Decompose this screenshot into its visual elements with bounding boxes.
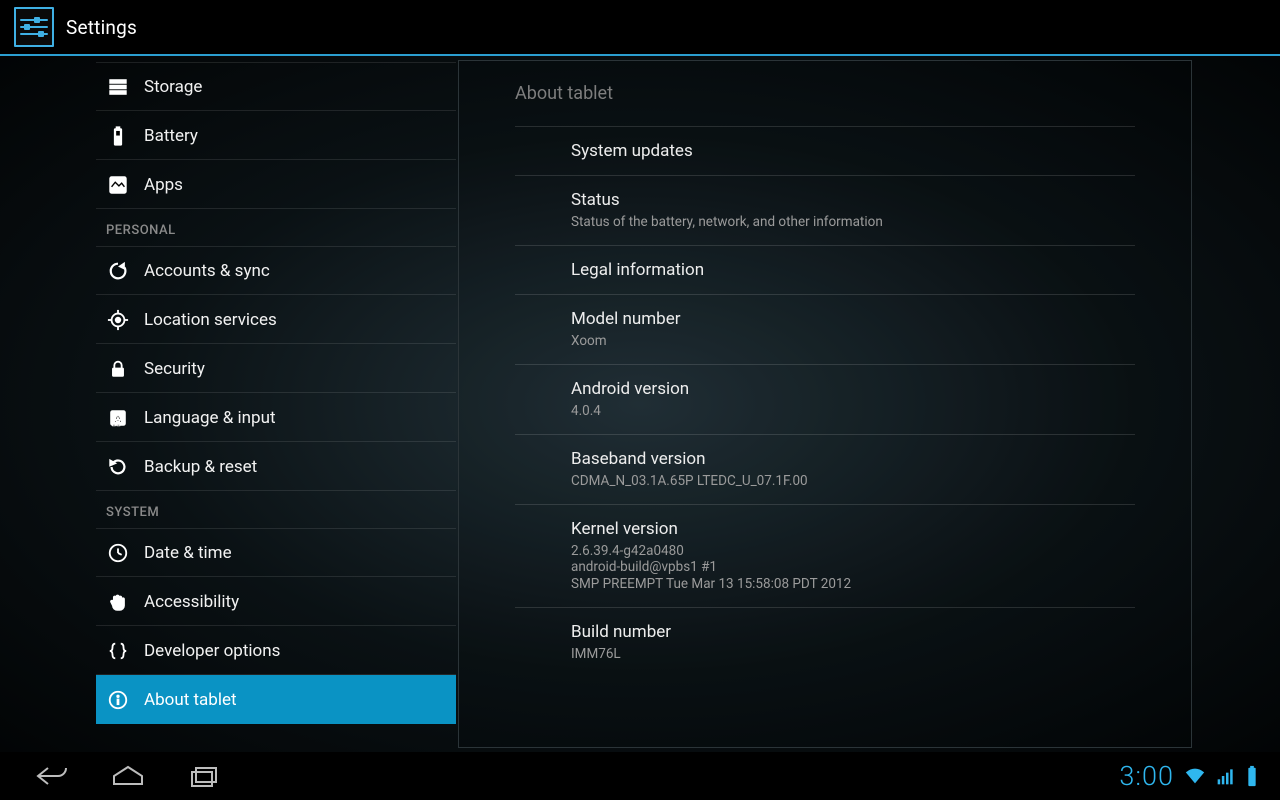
nav-item-date-time[interactable]: Date & time (96, 528, 456, 577)
pref-subtitle: CDMA_N_03.1A.65P LTEDC_U_07.1F.00 (571, 473, 1135, 490)
clock-icon (106, 541, 130, 565)
nav-item-battery[interactable]: Battery (96, 111, 456, 160)
lock-icon (106, 357, 130, 381)
pref-subtitle: 2.6.39.4-g42a0480 android-build@vpbs1 #1… (571, 543, 1135, 594)
pref-android-version: Android version 4.0.4 (515, 365, 1135, 435)
location-icon (106, 308, 130, 332)
nav-section-system: SYSTEM (96, 491, 456, 528)
pref-model-number: Model number Xoom (515, 295, 1135, 365)
language-icon: A (106, 406, 130, 430)
detail-panel: About tablet System updates Status Statu… (458, 60, 1192, 748)
nav-item-language[interactable]: A Language & input (96, 393, 456, 442)
pref-status[interactable]: Status Status of the battery, network, a… (515, 176, 1135, 246)
pref-system-updates[interactable]: System updates (515, 127, 1135, 176)
nav-item-accounts-sync[interactable]: Accounts & sync (96, 246, 456, 295)
nav-label: Accessibility (144, 592, 239, 612)
action-bar: Settings (0, 0, 1280, 56)
pref-title: Kernel version (571, 519, 1135, 539)
nav-section-personal: PERSONAL (96, 209, 456, 246)
nav-item-about-tablet[interactable]: About tablet (96, 675, 456, 724)
pref-title: System updates (571, 141, 1135, 161)
nav-label: Storage (144, 77, 202, 97)
nav-item-security[interactable]: Security (96, 344, 456, 393)
pref-build-number: Build number IMM76L (515, 608, 1135, 677)
pref-title: Legal information (571, 260, 1135, 280)
panel-header: About tablet (515, 61, 1135, 104)
pref-kernel-version: Kernel version 2.6.39.4-g42a0480 android… (515, 505, 1135, 609)
svg-text:A: A (114, 412, 122, 425)
nav-label: Security (144, 359, 205, 379)
clock-text: 3:00 (1119, 760, 1174, 792)
signal-icon (1216, 766, 1236, 786)
pref-title: Model number (571, 309, 1135, 329)
status-area[interactable]: 3:00 (1119, 760, 1258, 792)
pref-title: Status (571, 190, 1135, 210)
pref-legal-info[interactable]: Legal information (515, 246, 1135, 295)
nav-label: Language & input (144, 408, 276, 428)
recents-button[interactable] (186, 761, 222, 791)
sync-icon (106, 259, 130, 283)
pref-subtitle: IMM76L (571, 646, 1135, 663)
nav-label: Date & time (144, 543, 232, 563)
settings-nav: Storage Battery Apps PERSONAL Account (0, 56, 456, 752)
nav-label: Location services (144, 310, 277, 330)
info-icon (106, 688, 130, 712)
pref-title: Baseband version (571, 449, 1135, 469)
nav-label: Accounts & sync (144, 261, 270, 281)
battery-icon (106, 124, 130, 148)
nav-item-accessibility[interactable]: Accessibility (96, 577, 456, 626)
braces-icon (106, 639, 130, 663)
system-bar: 3:00 (0, 752, 1280, 800)
pref-subtitle: Xoom (571, 333, 1135, 350)
back-button[interactable] (34, 761, 70, 791)
nav-label: Developer options (144, 641, 280, 661)
wifi-icon (1184, 765, 1206, 787)
apps-icon (106, 173, 130, 197)
pref-baseband-version: Baseband version CDMA_N_03.1A.65P LTEDC_… (515, 435, 1135, 505)
nav-item-location[interactable]: Location services (96, 295, 456, 344)
pref-subtitle: Status of the battery, network, and othe… (571, 214, 1135, 231)
settings-icon (14, 7, 54, 47)
battery-status-icon (1246, 765, 1258, 787)
storage-icon (106, 75, 130, 99)
pref-subtitle: 4.0.4 (571, 403, 1135, 420)
nav-label: Battery (144, 126, 198, 146)
pref-title: Build number (571, 622, 1135, 642)
nav-label: Backup & reset (144, 457, 257, 477)
pref-title: Android version (571, 379, 1135, 399)
home-button[interactable] (110, 761, 146, 791)
nav-item-apps[interactable]: Apps (96, 160, 456, 209)
nav-label: Apps (144, 175, 183, 195)
nav-item-developer[interactable]: Developer options (96, 626, 456, 675)
nav-item-backup[interactable]: Backup & reset (96, 442, 456, 491)
backup-icon (106, 455, 130, 479)
nav-item-storage[interactable]: Storage (96, 62, 456, 111)
nav-label: About tablet (144, 690, 237, 710)
hand-icon (106, 590, 130, 614)
page-title: Settings (66, 16, 137, 39)
